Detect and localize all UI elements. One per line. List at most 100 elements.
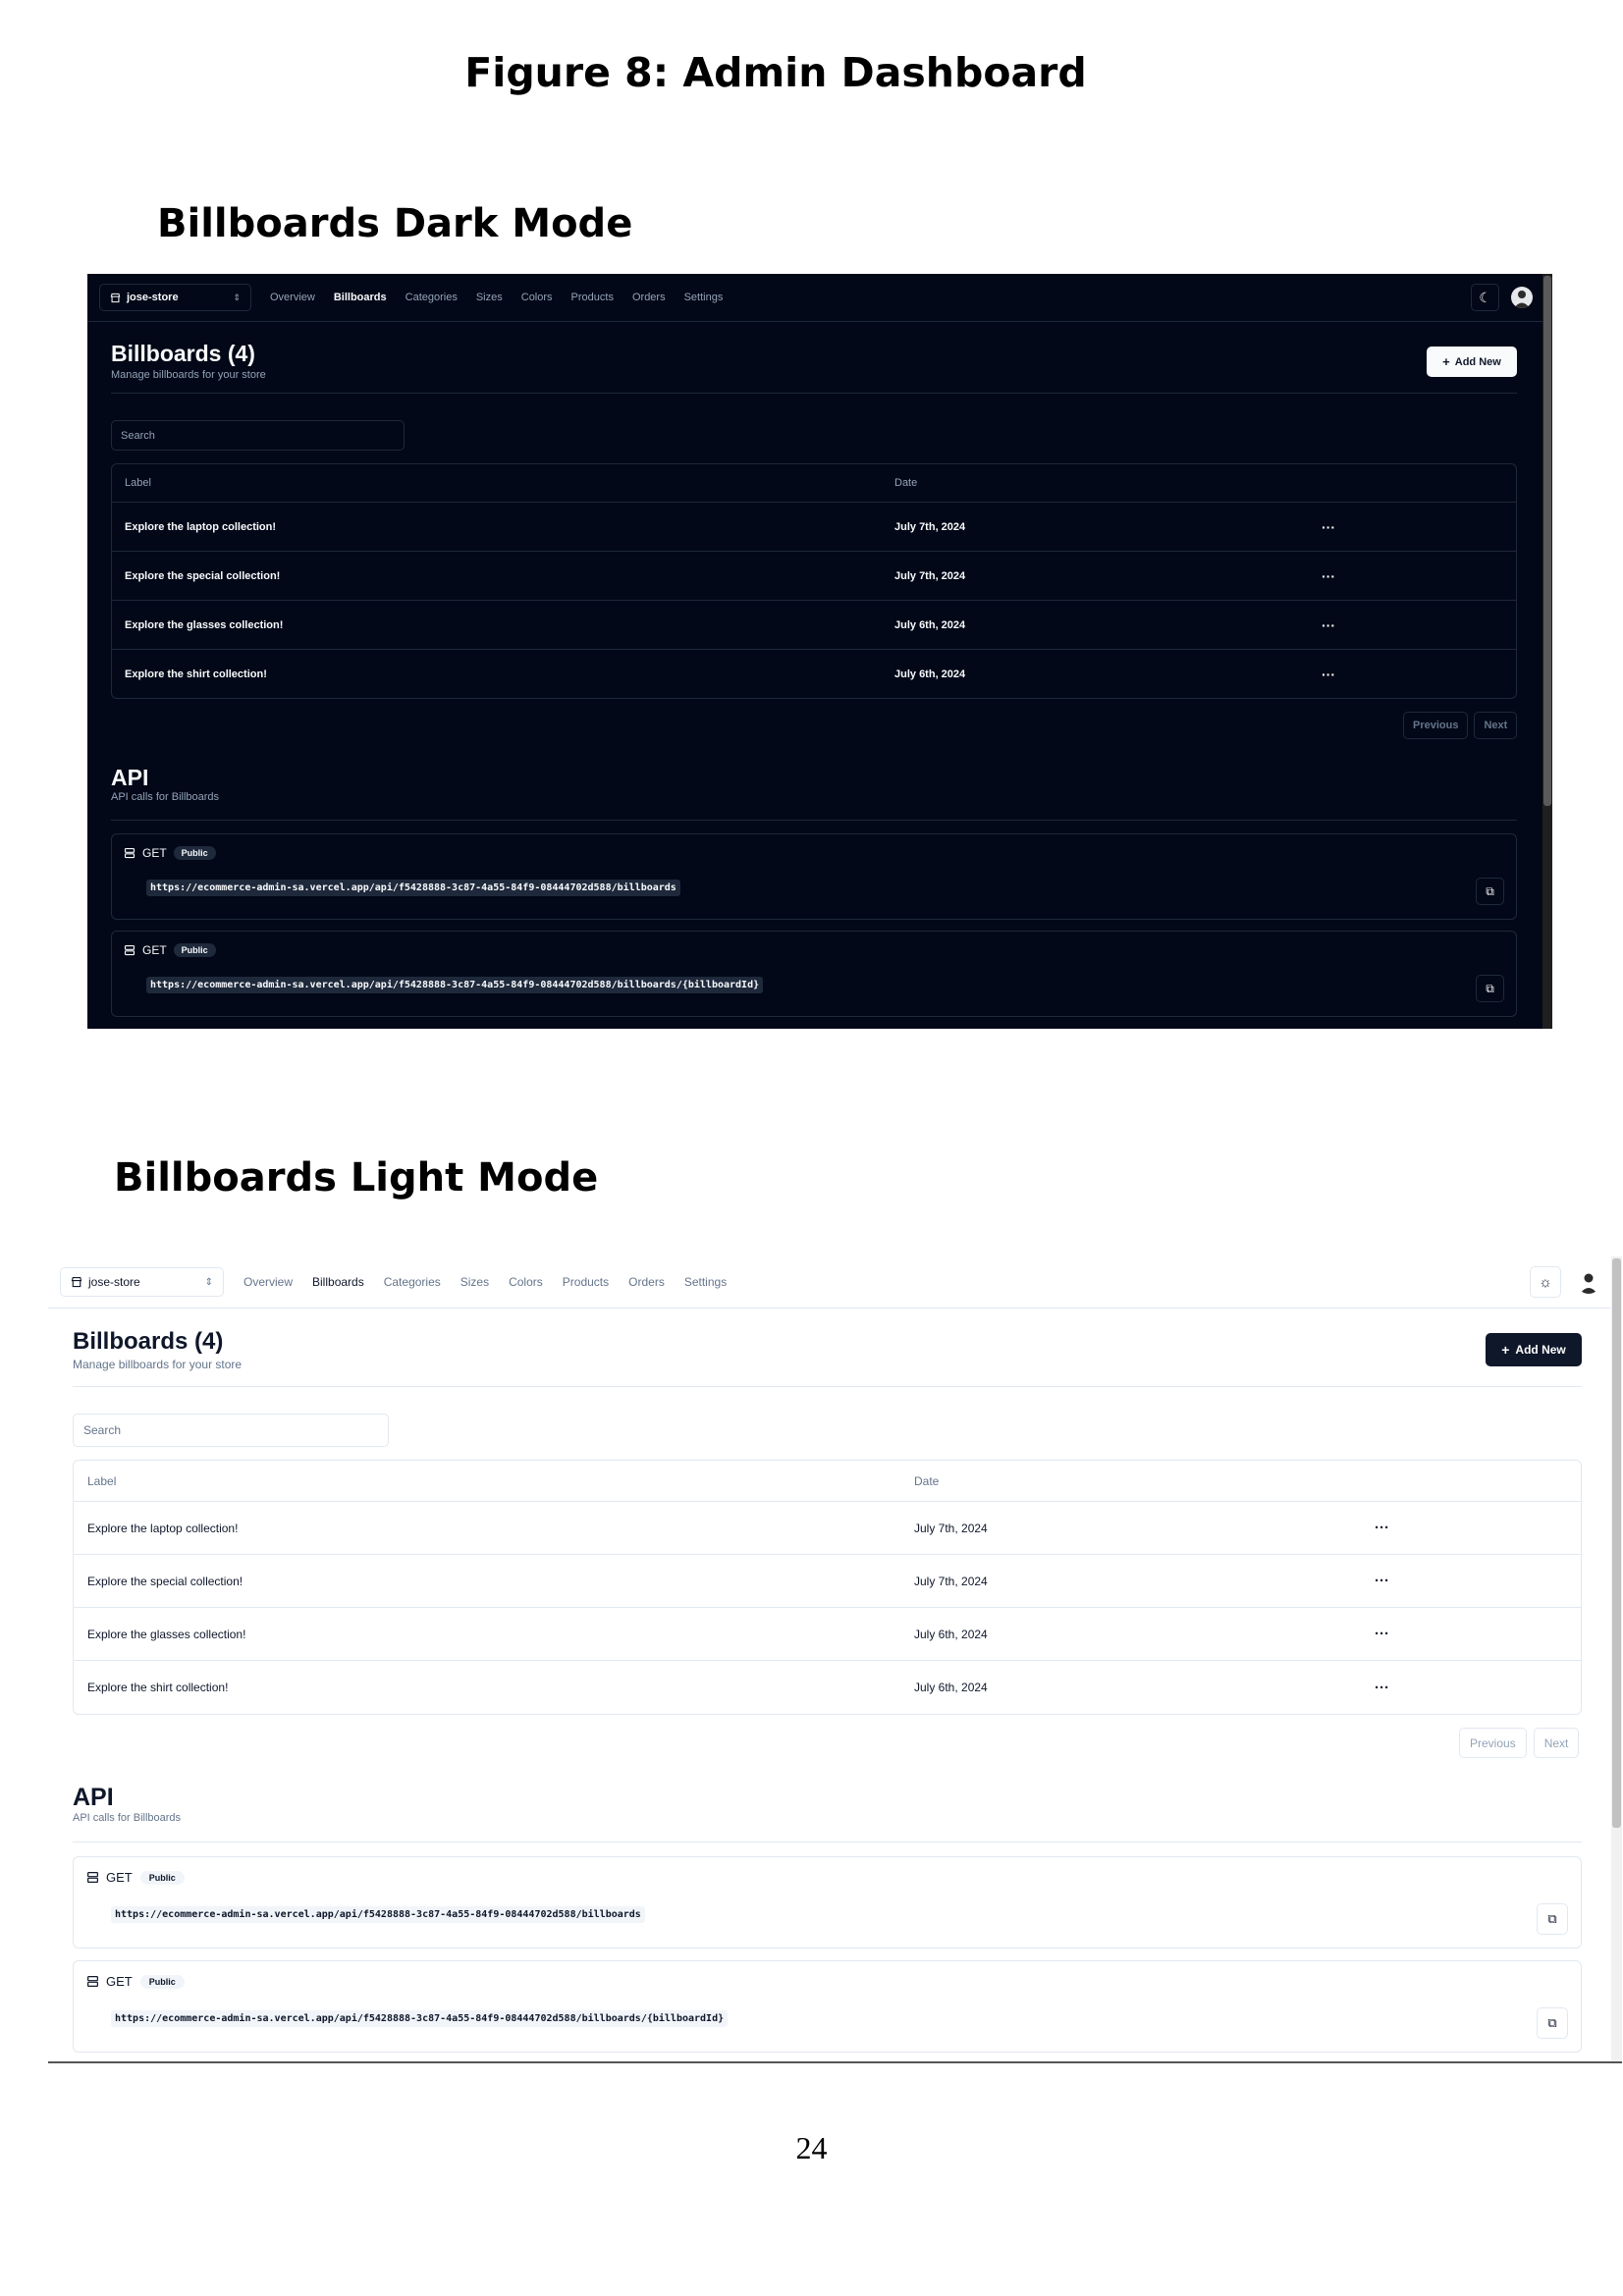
nav-link-products[interactable]: Products [571,292,614,303]
next-button[interactable]: Next [1474,712,1518,739]
nav-link-settings[interactable]: Settings [684,1275,727,1289]
nav-link-overview[interactable]: Overview [243,1275,293,1289]
light-mode-screenshot: jose-store ⇕ Overview Billboards Categor… [48,1256,1622,2063]
copy-button[interactable]: ⧉ [1537,1903,1568,1935]
scrollbar-thumb[interactable] [1612,1258,1621,1828]
sun-icon: ☼ [1539,1273,1552,1291]
theme-toggle-button[interactable]: ☼ [1530,1266,1561,1298]
figure-title: Figure 8: Admin Dashboard [464,49,1087,96]
add-new-label: Add New [1515,1343,1566,1357]
page-heading: Billboards (4) Manage billboards for you… [111,341,266,381]
chevron-up-down-icon: ⇕ [204,1276,213,1288]
page-subtitle: Manage billboards for your store [111,369,266,381]
page-subtitle: Manage billboards for your store [73,1358,243,1371]
access-badge: Public [139,1974,185,1989]
row-label: Explore the shirt collection! [125,668,267,680]
store-switcher[interactable]: jose-store ⇕ [60,1267,224,1297]
nav-link-colors[interactable]: Colors [509,1275,543,1289]
api-endpoint-header: GET Public [124,846,216,860]
copy-button[interactable]: ⧉ [1476,878,1504,905]
nav-link-categories[interactable]: Categories [406,292,458,303]
row-date: July 6th, 2024 [914,1681,988,1694]
api-url: https://ecommerce-admin-sa.vercel.app/ap… [111,2010,729,2027]
api-endpoint-header: GET Public [86,1870,185,1885]
add-new-label: Add New [1454,355,1501,368]
user-avatar-icon [1580,1273,1597,1294]
row-label: Explore the glasses collection! [125,618,284,631]
api-heading: API API calls for Billboards [111,765,219,803]
pagination: Previous Next [1403,712,1523,739]
api-url: https://ecommerce-admin-sa.vercel.app/ap… [111,1906,645,1923]
more-horizontal-icon[interactable]: ··· [1375,1502,1389,1554]
api-subtitle: API calls for Billboards [111,791,220,803]
api-title: API [111,765,149,790]
more-horizontal-icon[interactable]: ··· [1375,1555,1389,1607]
store-switcher[interactable]: jose-store ⇕ [99,284,251,311]
row-label: Explore the shirt collection! [87,1681,229,1694]
add-new-button[interactable]: + Add New [1427,347,1517,377]
previous-button[interactable]: Previous [1403,712,1469,739]
nav-link-billboards[interactable]: Billboards [334,292,387,303]
more-horizontal-icon[interactable]: ··· [1322,601,1335,649]
row-date: July 7th, 2024 [914,1521,988,1535]
copy-button[interactable]: ⧉ [1537,2007,1568,2039]
row-date: July 6th, 2024 [894,668,966,680]
store-icon [110,293,121,302]
server-icon [124,847,135,859]
api-endpoint-header: GET Public [124,943,216,957]
nav-link-settings[interactable]: Settings [684,292,724,303]
nav-link-orders[interactable]: Orders [632,292,666,303]
nav-link-orders[interactable]: Orders [628,1275,665,1289]
copy-icon: ⧉ [1486,981,1494,995]
api-heading: API API calls for Billboards [73,1784,181,1824]
row-label: Explore the special collection! [125,569,281,582]
more-horizontal-icon[interactable]: ··· [1322,552,1335,600]
add-new-button[interactable]: + Add New [1486,1333,1582,1366]
row-date: July 7th, 2024 [914,1574,988,1588]
nav-link-categories[interactable]: Categories [384,1275,441,1289]
row-label: Explore the special collection! [87,1574,243,1588]
scrollbar[interactable] [1611,1256,1622,2061]
http-method: GET [106,1870,133,1885]
more-horizontal-icon[interactable]: ··· [1375,1608,1389,1660]
server-icon [87,1976,98,1987]
more-horizontal-icon[interactable]: ··· [1322,650,1335,698]
billboards-table: Label Date Explore the laptop collection… [111,463,1517,699]
nav-link-overview[interactable]: Overview [270,292,315,303]
avatar[interactable] [1511,287,1533,308]
next-button[interactable]: Next [1533,1728,1580,1758]
row-label: Explore the laptop collection! [125,520,277,533]
nav-link-sizes[interactable]: Sizes [460,1275,489,1289]
table-row: Explore the glasses collection! July 6th… [74,1608,1581,1661]
user-avatar-icon [1514,291,1530,308]
scrollbar-thumb[interactable] [1543,276,1551,806]
top-nav: jose-store ⇕ Overview Billboards Categor… [48,1256,1622,1308]
nav-link-products[interactable]: Products [563,1275,609,1289]
row-date: July 6th, 2024 [894,618,966,631]
search-input[interactable] [73,1414,389,1447]
search-input[interactable] [111,420,405,451]
api-title: API [73,1784,114,1811]
avatar[interactable] [1577,1270,1600,1294]
theme-toggle-button[interactable]: ☾ [1471,284,1499,311]
table-row: Explore the special collection! July 7th… [112,552,1516,601]
table-row: Explore the laptop collection! July 7th,… [74,1502,1581,1555]
nav-link-colors[interactable]: Colors [521,292,553,303]
dark-mode-screenshot: jose-store ⇕ Overview Billboards Categor… [87,274,1552,1029]
api-endpoint-card: GET Public https://ecommerce-admin-sa.ve… [73,1960,1582,2053]
row-label: Explore the glasses collection! [87,1627,246,1641]
top-nav: jose-store ⇕ Overview Billboards Categor… [87,274,1552,322]
divider [73,1386,1582,1387]
more-horizontal-icon[interactable]: ··· [1322,503,1335,551]
copy-button[interactable]: ⧉ [1476,975,1504,1002]
column-header-date: Date [914,1473,940,1488]
moon-icon: ☾ [1479,289,1491,305]
nav-link-billboards[interactable]: Billboards [312,1275,364,1289]
more-horizontal-icon[interactable]: ··· [1375,1661,1389,1714]
access-badge: Public [173,846,216,860]
nav-link-sizes[interactable]: Sizes [476,292,503,303]
previous-button[interactable]: Previous [1459,1728,1527,1758]
api-endpoint-card: GET Public https://ecommerce-admin-sa.ve… [111,931,1517,1017]
scrollbar[interactable] [1542,274,1552,1029]
plus-icon: + [1501,1342,1510,1358]
